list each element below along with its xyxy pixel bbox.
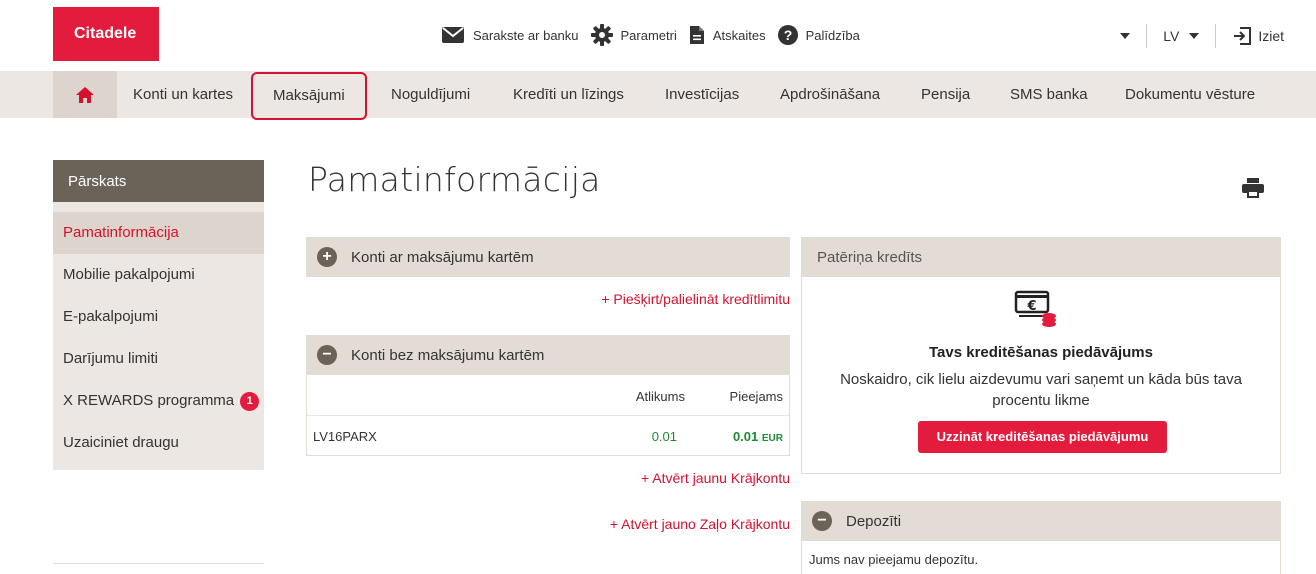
top-link-reports-label: Atskaites	[712, 27, 766, 43]
printer-icon	[1242, 178, 1264, 198]
nav-item-sms-bank[interactable]: SMS banka	[1010, 71, 1088, 118]
top-link-settings-label: Parametri	[620, 27, 677, 43]
header-divider	[1215, 24, 1217, 48]
account-currency: EUR	[761, 433, 783, 444]
nav-home-button[interactable]	[53, 71, 117, 118]
account-available: 0.01 EUR	[733, 429, 783, 444]
sidebar-item-e-services[interactable]: E-pakalpojumi	[53, 296, 264, 338]
language-select[interactable]: LV	[1163, 28, 1179, 44]
column-header-balance: Atlikums	[635, 389, 685, 404]
top-link-reports[interactable]: Atskaites	[689, 25, 766, 45]
nav-item-deposits[interactable]: Noguldījumi	[391, 71, 470, 118]
nav-item-investments[interactable]: Investīcijas	[665, 71, 739, 118]
deposits-panel-title: Depozīti	[846, 512, 902, 530]
deposits-empty-text: Jums nav pieejamu depozītu.	[809, 552, 979, 567]
home-icon	[76, 86, 94, 103]
top-link-help[interactable]: ? Palīdzība	[777, 25, 860, 45]
sidebar-title: Pārskats	[53, 160, 264, 202]
table-row[interactable]: LV16PARX 0.01 0.01 EUR	[307, 416, 789, 455]
deposits-panel: Jums nav pieejamu depozītu.	[801, 541, 1281, 574]
sidebar-item-x-rewards-label: X REWARDS programma	[63, 392, 235, 409]
main-navigation: Konti un kartes Maksājumi Noguldījumi Kr…	[0, 71, 1316, 120]
top-links: Sarakste ar banku Parametri Atskaites ? …	[441, 24, 872, 46]
cards-accounts-panel-title: Konti ar maksājumu kartēm	[351, 248, 534, 266]
help-icon: ?	[777, 25, 798, 45]
sidebar-divider	[53, 563, 264, 564]
no-cards-accounts-panel-title: Konti bez maksājumu kartēm	[351, 346, 545, 364]
envelope-icon	[442, 27, 464, 43]
consumer-credit-panel-header: Patēriņa kredīts	[801, 237, 1281, 277]
sidebar-item-x-rewards[interactable]: X REWARDS programma 1	[53, 380, 264, 422]
citadele-logo[interactable]: Citadele	[53, 7, 159, 61]
cards-accounts-panel-header[interactable]: + Konti ar maksājumu kartēm	[306, 237, 790, 277]
svg-text:?: ?	[783, 27, 792, 43]
nav-item-insurance[interactable]: Apdrošināšana	[780, 71, 880, 118]
no-cards-accounts-panel-header[interactable]: − Konti bez maksājumu kartēm	[306, 335, 790, 375]
open-green-savings-account-link[interactable]: + Atvērt jauno Zaļo Krājkontu	[610, 516, 790, 532]
svg-text:€: €	[1026, 299, 1036, 314]
account-number[interactable]: LV16PARX	[313, 429, 377, 444]
accounts-table-header: Atlikums Pieejams	[307, 375, 789, 416]
account-balance: 0.01	[651, 429, 677, 444]
deposits-panel-header[interactable]: − Depozīti	[801, 501, 1281, 541]
sidebar-item-transaction-limits[interactable]: Darījumu limiti	[53, 338, 264, 380]
top-link-messages[interactable]: Sarakste ar banku	[441, 26, 579, 44]
sidebar-item-invite-friend[interactable]: Uzaiciniet draugu	[53, 422, 264, 464]
document-icon	[689, 26, 704, 44]
logout-label: Iziet	[1258, 28, 1284, 44]
sidebar: Pamatinformācija Mobilie pakalpojumi E-p…	[53, 202, 264, 470]
sidebar-item-basic-info[interactable]: Pamatinformācija	[53, 212, 264, 254]
nav-item-document-history[interactable]: Dokumentu vēsture	[1125, 71, 1255, 118]
open-savings-account-link[interactable]: + Atvērt jaunu Krājkontu	[641, 470, 790, 486]
nav-item-pension[interactable]: Pensija	[921, 71, 970, 118]
top-link-messages-label: Sarakste ar banku	[473, 27, 579, 43]
page-title: Pamatinformācija	[308, 160, 601, 199]
language-chevron-down-icon[interactable]	[1189, 33, 1200, 39]
account-available-value: 0.01	[732, 429, 759, 444]
accounts-table: Atlikums Pieejams LV16PARX 0.01 0.01 EUR	[306, 375, 790, 456]
logout-icon	[1234, 27, 1252, 45]
header-divider	[1146, 24, 1148, 48]
credit-limit-link[interactable]: + Piešķirt/palielināt kredītlimitu	[601, 291, 790, 307]
nav-item-payments[interactable]: Maksājumi	[251, 72, 367, 120]
nav-item-loans-leasing[interactable]: Kredīti un līzings	[513, 71, 624, 118]
credit-offer-text: Noskaidro, cik lielu aizdevumu vari saņe…	[840, 371, 1242, 409]
collapse-minus-icon[interactable]: −	[812, 511, 832, 531]
gear-icon	[590, 24, 613, 46]
header-right: LV Iziet	[1120, 24, 1284, 48]
credit-offer-button[interactable]: Uzzināt kreditēšanas piedāvājumu	[918, 421, 1167, 453]
consumer-credit-panel: € Tavs kreditēšanas piedāvājums Noskaidr…	[801, 277, 1281, 474]
consumer-credit-panel-title: Patēriņa kredīts	[817, 248, 923, 266]
sidebar-item-mobile-services[interactable]: Mobilie pakalpojumi	[53, 254, 264, 296]
collapse-minus-icon[interactable]: −	[317, 345, 337, 365]
money-bill-icon: €	[1014, 290, 1058, 333]
account-dropdown-caret-icon[interactable]	[1120, 33, 1131, 39]
print-button[interactable]	[1242, 178, 1264, 203]
expand-plus-icon[interactable]: +	[317, 247, 337, 267]
nav-item-accounts-cards[interactable]: Konti un kartes	[133, 71, 233, 118]
notification-badge: 1	[240, 392, 260, 411]
credit-offer-title: Tavs kreditēšanas piedāvājums	[928, 344, 1153, 361]
top-link-help-label: Palīdzība	[805, 27, 860, 43]
top-link-settings[interactable]: Parametri	[590, 24, 677, 46]
logout-button[interactable]: Iziet	[1232, 26, 1284, 46]
column-header-available: Pieejams	[729, 389, 783, 404]
